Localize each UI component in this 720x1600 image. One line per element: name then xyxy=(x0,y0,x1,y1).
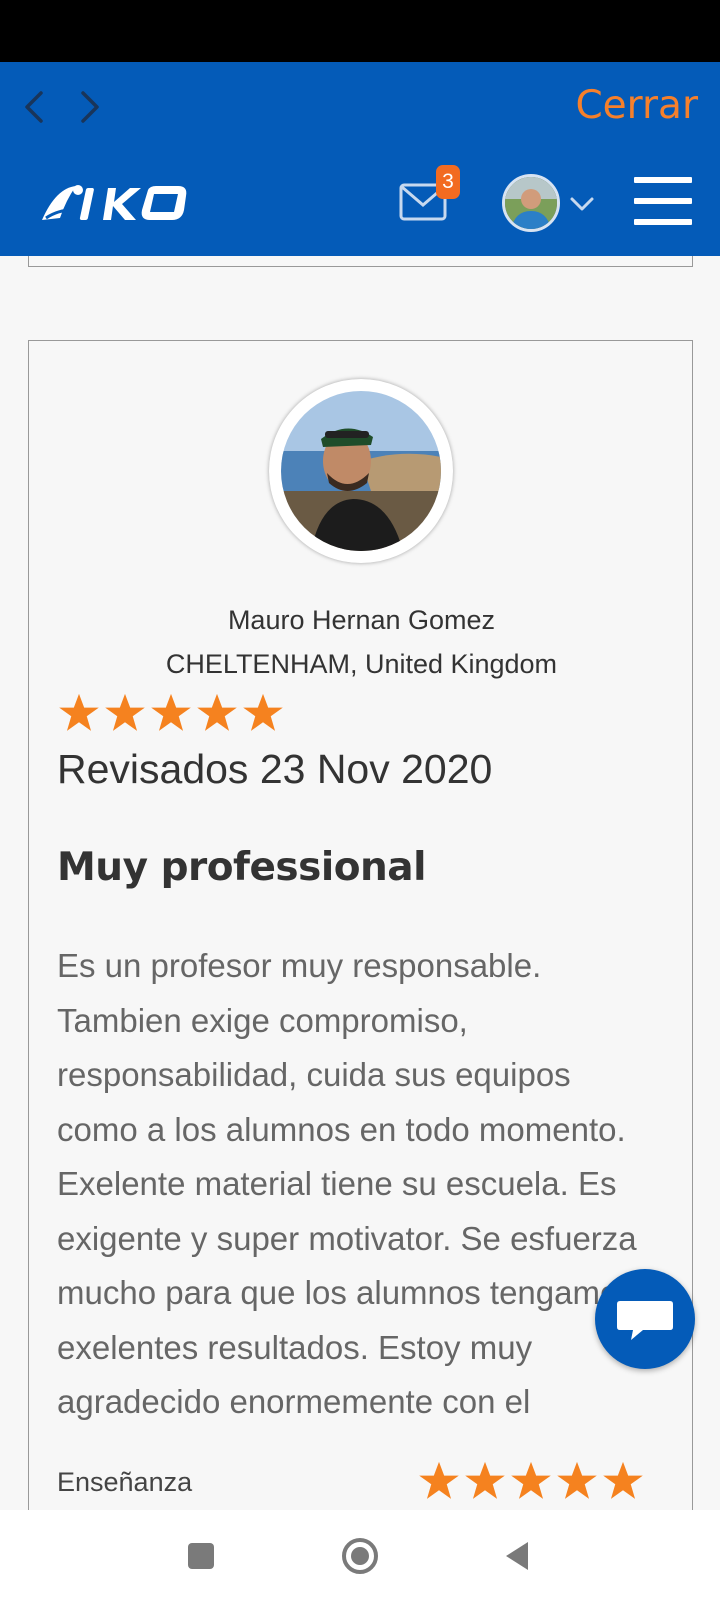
reviewer-avatar xyxy=(269,379,453,563)
review-date: Revisados 23 Nov 2020 xyxy=(57,746,493,792)
star-icon xyxy=(603,1461,643,1499)
chat-button[interactable] xyxy=(595,1269,695,1369)
sub-rating-label: Enseñanza xyxy=(57,1467,193,1497)
star-icon xyxy=(243,693,283,731)
hamburger-line xyxy=(634,219,692,225)
menu-button[interactable] xyxy=(634,177,692,225)
home-circle-icon[interactable] xyxy=(338,1534,382,1578)
hamburger-line xyxy=(634,198,692,204)
star-icon xyxy=(197,693,237,731)
star-icon xyxy=(105,693,145,731)
chat-bubble-icon xyxy=(617,1301,673,1340)
site-navbar: 3 xyxy=(0,152,720,256)
back-button[interactable] xyxy=(12,80,56,134)
iko-logo[interactable] xyxy=(38,180,190,226)
app-header: Cerrar 3 xyxy=(0,62,720,256)
browser-toolbar: Cerrar xyxy=(0,62,720,152)
star-icon xyxy=(419,1461,459,1499)
triangle-back-icon[interactable] xyxy=(496,1534,540,1578)
avatar-photo xyxy=(505,177,557,229)
reviewer-name: Mauro Hernan Gomez xyxy=(227,605,496,635)
review-rating-stars xyxy=(57,693,285,733)
square-icon[interactable] xyxy=(179,1534,223,1578)
star-icon xyxy=(59,693,99,731)
sub-rating-row: Enseñanza xyxy=(57,1461,657,1501)
review-body: Es un profesor muy responsable. Tambien … xyxy=(57,947,637,1420)
reviewer-photo xyxy=(281,391,441,551)
reviewer-photo-image xyxy=(281,391,441,551)
star-icon xyxy=(557,1461,597,1499)
star-icon xyxy=(511,1461,551,1499)
review-card: Mauro Hernan Gomez CHELTENHAM, United Ki… xyxy=(28,340,693,1600)
system-navigation-bar xyxy=(0,1510,720,1600)
user-avatar[interactable] xyxy=(502,174,560,232)
chevron-down-icon[interactable] xyxy=(568,190,596,218)
close-button[interactable]: Cerrar xyxy=(575,84,698,128)
status-bar xyxy=(0,0,720,62)
star-icon xyxy=(465,1461,505,1499)
reviewer-location: CHELTENHAM, United Kingdom xyxy=(165,649,558,679)
review-title: Muy professional xyxy=(57,845,426,890)
star-icon xyxy=(151,693,191,731)
chevron-right-icon xyxy=(81,91,99,123)
chevron-left-icon xyxy=(25,91,43,123)
messages-count-badge: 3 xyxy=(436,165,460,199)
sub-rating-stars xyxy=(417,1461,645,1501)
forward-button[interactable] xyxy=(68,80,112,134)
hamburger-icon xyxy=(634,177,692,183)
